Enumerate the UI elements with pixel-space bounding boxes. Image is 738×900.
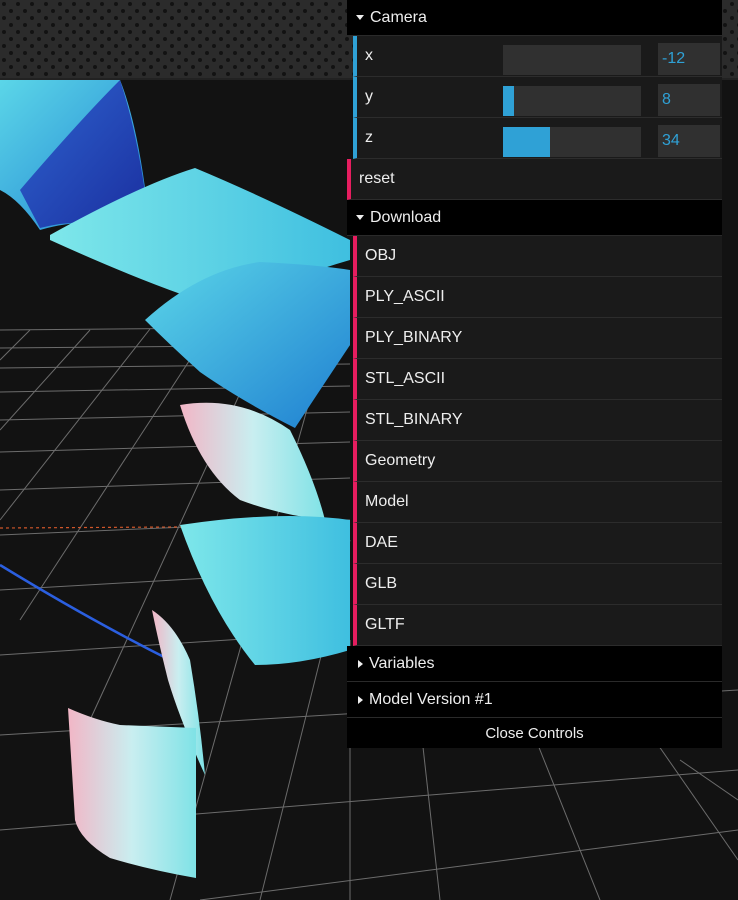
download-item-label: STL_BINARY [365, 411, 463, 428]
variables-folder-header[interactable]: Variables [347, 646, 722, 682]
reset-label: reset [359, 170, 395, 187]
model-version-folder-header[interactable]: Model Version #1 [347, 682, 722, 718]
download-folder-title: Download [370, 208, 442, 226]
camera-folder-header[interactable]: Camera [347, 0, 722, 36]
download-stl-binary-button[interactable]: STL_BINARY [353, 400, 722, 441]
download-ply-binary-button[interactable]: PLY_BINARY [353, 318, 722, 359]
download-item-label: OBJ [365, 247, 397, 264]
camera-y-label: y [365, 88, 373, 105]
download-item-label: GLTF [365, 616, 405, 633]
slider-fill [503, 86, 515, 116]
camera-x-control: x -12 [353, 36, 722, 77]
chevron-down-icon [356, 15, 364, 20]
camera-y-input[interactable]: 8 [658, 84, 720, 116]
download-item-label: DAE [365, 534, 398, 551]
chevron-right-icon [358, 695, 363, 704]
download-folder-header[interactable]: Download [347, 200, 722, 236]
download-glb-button[interactable]: GLB [353, 564, 722, 605]
download-item-label: STL_ASCII [365, 370, 446, 387]
variables-folder-title: Variables [369, 654, 435, 672]
download-geometry-button[interactable]: Geometry [353, 441, 722, 482]
camera-y-control: y8 [353, 77, 722, 118]
download-stl-ascii-button[interactable]: STL_ASCII [353, 359, 722, 400]
download-ply-ascii-button[interactable]: PLY_ASCII [353, 277, 722, 318]
download-dae-button[interactable]: DAE [353, 523, 722, 564]
camera-z-input[interactable]: 34 [658, 125, 720, 157]
close-controls-button[interactable]: Close Controls [347, 718, 722, 748]
camera-z-control: z 34 [353, 118, 722, 159]
camera-x-slider[interactable] [503, 45, 641, 75]
download-item-label: PLY_ASCII [365, 288, 445, 305]
controls-panel: Camera x -12 y 8 z 34 reset Download OBJ PLY_A… [347, 0, 722, 748]
reset-button[interactable]: reset [347, 159, 722, 200]
camera-y-slider[interactable] [503, 86, 641, 116]
download-item-label: PLY_BINARY [365, 329, 463, 346]
model-version-folder-title: Model Version #1 [369, 690, 493, 708]
download-gltf-button[interactable]: GLTF [353, 605, 722, 646]
camera-x-input[interactable]: -12 [658, 43, 720, 75]
camera-folder-title: Camera [370, 8, 427, 26]
camera-x-label: x [365, 47, 373, 64]
chevron-down-icon [356, 215, 364, 220]
slider-fill [503, 127, 550, 157]
camera-z-slider[interactable] [503, 127, 641, 157]
download-model-button[interactable]: Model [353, 482, 722, 523]
camera-z-label: z [365, 129, 373, 146]
chevron-right-icon [358, 659, 363, 668]
download-item-label: GLB [365, 575, 398, 592]
download-item-label: Geometry [365, 452, 436, 469]
download-obj-button[interactable]: OBJ [353, 236, 722, 277]
download-item-label: Model [365, 493, 409, 510]
